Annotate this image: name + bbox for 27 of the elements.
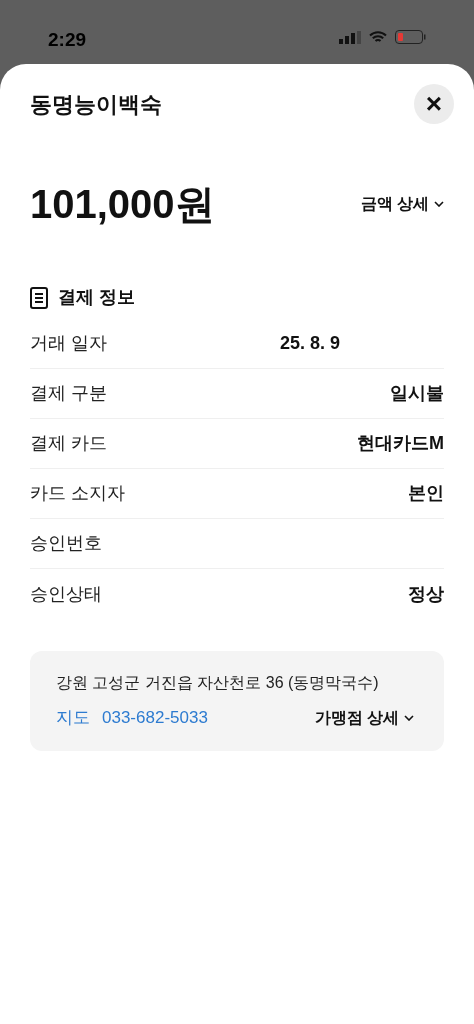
status-time: 2:29 [48,28,87,52]
row-label: 승인상태 [30,582,102,606]
row-label: 카드 소지자 [30,482,125,505]
chevron-down-icon [404,714,414,721]
row-value: 정상 [408,582,444,606]
row-label: 거래 일자 [30,332,107,355]
amount-detail-button[interactable]: 금액 상세 [360,192,444,216]
sheet-title: 동명능이백숙 [30,90,162,119]
close-button[interactable]: × [414,84,454,124]
document-icon [30,286,48,309]
amount-value: 101,000원 [30,181,215,228]
battery-icon [395,30,426,44]
row-value: 본인 [408,482,444,505]
row-value: 25. 8. 9 [279,332,340,355]
row-value: 현대카드M [357,432,444,455]
merchant-detail-button[interactable]: 가맹점 상세 [314,705,414,730]
row-label: 결제 카드 [30,432,107,455]
row-value: 일시불 [390,382,444,405]
chevron-down-icon [434,201,444,207]
merchant-address: 강원 고성군 거진읍 자산천로 36 (동명막국수) [56,673,380,693]
signal-icon [339,30,361,44]
row-label: 승인번호 [30,532,102,555]
section-title: 결제 정보 [58,286,135,309]
row-label: 결제 구분 [30,382,107,405]
map-link[interactable]: 지도 [56,705,90,731]
wifi-icon [369,30,387,44]
phone-link[interactable]: 033-682-5033 [102,705,208,731]
